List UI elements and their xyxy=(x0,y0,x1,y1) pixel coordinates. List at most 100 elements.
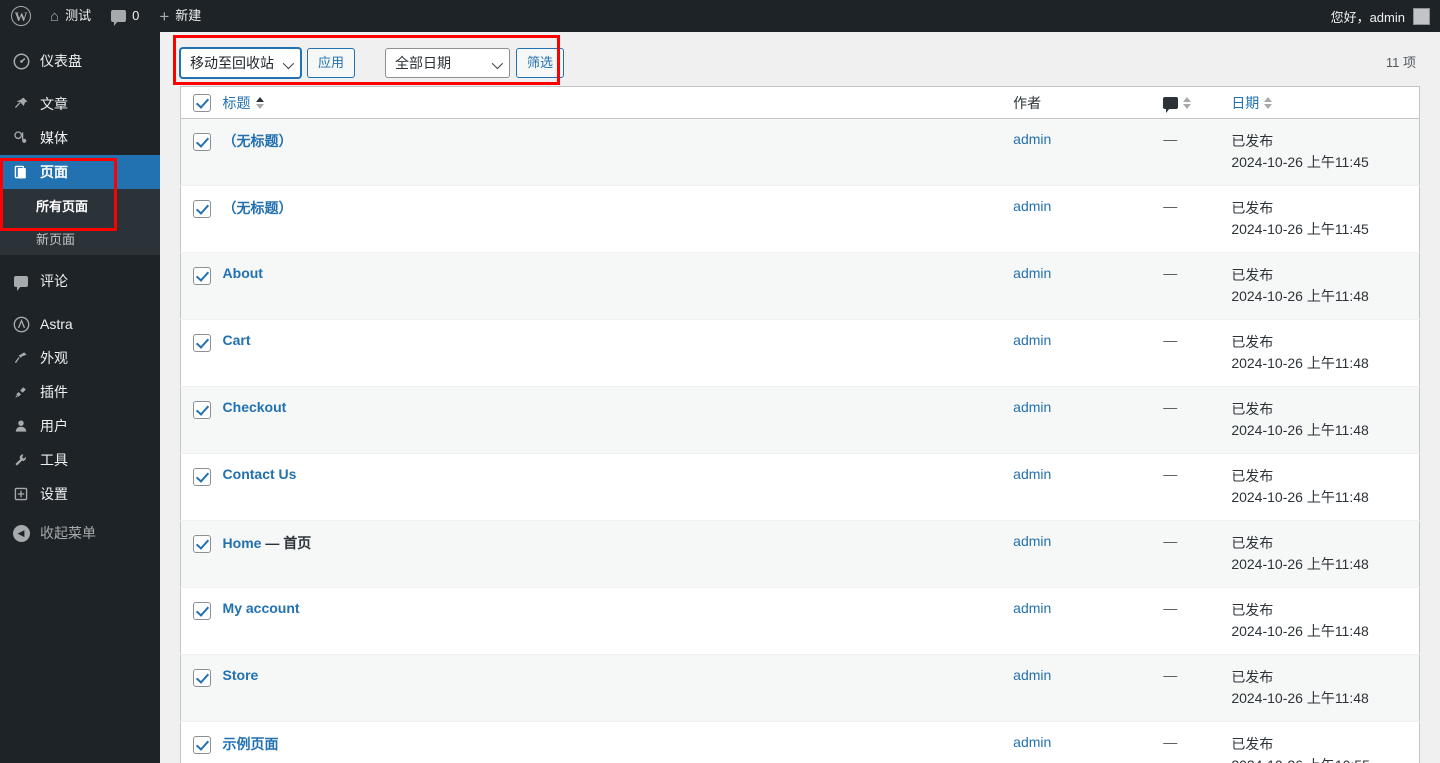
comments-cell: — xyxy=(1163,119,1231,186)
title-column-header[interactable]: 标题 xyxy=(222,86,1014,119)
author-link[interactable]: admin xyxy=(1013,533,1051,549)
comments-count: — xyxy=(1163,466,1178,482)
home-icon: ⌂ xyxy=(50,7,60,25)
date-status: 已发布 xyxy=(1231,133,1274,149)
submenu-item-all-pages[interactable]: 所有页面 xyxy=(0,189,160,222)
sidebar-item-label: 设置 xyxy=(40,486,68,502)
date-header-label: 日期 xyxy=(1231,94,1260,111)
date-cell: 已发布 2024-10-26 上午11:48 xyxy=(1231,521,1419,588)
items-count-label: 11 项 xyxy=(1385,55,1416,70)
bulk-actions-group: 移动至回收站 应用 xyxy=(180,48,356,78)
table-row: Store admin — 已发布 2024-10-26 上午11:48 xyxy=(180,654,1420,722)
media-icon xyxy=(11,130,31,146)
date-column-header[interactable]: 日期 xyxy=(1231,86,1420,119)
row-select-cell xyxy=(181,655,223,722)
page-title-link[interactable]: Contact Us xyxy=(223,466,297,482)
author-link[interactable]: admin xyxy=(1013,734,1051,750)
row-checkbox[interactable] xyxy=(193,468,211,487)
table-row: Checkout admin — 已发布 2024-10-26 上午11:48 xyxy=(180,386,1420,454)
appearance-icon xyxy=(11,350,31,366)
date-status: 已发布 xyxy=(1231,401,1274,417)
comments-count-label: 0 xyxy=(132,8,140,23)
comments-count: — xyxy=(1163,265,1178,281)
page-title-link[interactable]: Store xyxy=(223,667,259,683)
title-cell: （无标题） xyxy=(223,119,1014,186)
avatar[interactable] xyxy=(1413,7,1430,25)
page-title-link[interactable]: （无标题） xyxy=(223,200,293,216)
sidebar-item-astra[interactable]: Astra xyxy=(0,307,160,341)
new-content-button[interactable]: + 新建 xyxy=(149,0,211,32)
row-checkbox[interactable] xyxy=(193,267,211,286)
comments-button[interactable]: 0 xyxy=(101,0,149,32)
row-select-cell xyxy=(181,454,223,521)
author-link[interactable]: admin xyxy=(1013,198,1051,214)
row-checkbox[interactable] xyxy=(193,669,211,688)
row-checkbox[interactable] xyxy=(193,602,211,621)
site-name-button[interactable]: ⌂ 测试 xyxy=(40,0,101,32)
comments-count: — xyxy=(1163,332,1178,348)
bulk-action-select[interactable]: 移动至回收站 xyxy=(180,48,301,78)
row-checkbox[interactable] xyxy=(193,334,211,353)
sidebar-item-appearance[interactable]: 外观 xyxy=(0,341,160,375)
sidebar-item-dashboard[interactable]: 仪表盘 xyxy=(0,44,160,78)
sidebar-item-comments[interactable]: 评论 xyxy=(0,264,160,298)
author-link[interactable]: admin xyxy=(1013,332,1051,348)
title-cell: Cart xyxy=(223,320,1014,387)
sidebar-item-media[interactable]: 媒体 xyxy=(0,121,160,155)
sidebar-item-posts[interactable]: 文章 xyxy=(0,87,160,121)
author-link[interactable]: admin xyxy=(1013,399,1051,415)
submenu-item-new-page[interactable]: 新页面 xyxy=(0,222,160,255)
author-cell: admin xyxy=(1013,320,1163,387)
table-body: （无标题） admin — 已发布 2024-10-26 上午11:45 （无标题） adm… xyxy=(180,118,1420,763)
sidebar-item-pages[interactable]: 页面 xyxy=(0,155,160,189)
greeting-label[interactable]: 您好，admin xyxy=(1331,7,1405,26)
title-cell: Contact Us xyxy=(223,454,1014,521)
sidebar-item-plugins[interactable]: 插件 xyxy=(0,375,160,409)
page-title-link[interactable]: Home xyxy=(223,535,262,551)
admin-sidebar: 仪表盘 文章 媒体 页面 所有页面 新页面 评论 Astra 外观 插件 用户 … xyxy=(0,32,160,763)
author-cell: admin xyxy=(1013,722,1163,763)
date-status: 已发布 xyxy=(1231,669,1274,685)
collapse-menu-button[interactable]: ◀ 收起菜单 xyxy=(0,516,160,550)
sidebar-item-users[interactable]: 用户 xyxy=(0,409,160,443)
comments-column-header[interactable] xyxy=(1163,86,1232,119)
author-link[interactable]: admin xyxy=(1013,265,1051,281)
row-checkbox[interactable] xyxy=(193,736,211,755)
author-link[interactable]: admin xyxy=(1013,600,1051,616)
site-name-label: 测试 xyxy=(65,8,92,23)
page-title-link[interactable]: Cart xyxy=(223,332,251,348)
collapse-arrow-icon: ◀ xyxy=(11,524,31,542)
astra-icon xyxy=(11,316,31,333)
row-checkbox[interactable] xyxy=(193,133,211,152)
comments-cell: — xyxy=(1163,253,1231,320)
author-link[interactable]: admin xyxy=(1013,131,1051,147)
filter-button[interactable]: 筛选 xyxy=(516,48,565,78)
date-filter-select[interactable]: 全部日期 xyxy=(385,48,511,78)
page-title-link[interactable]: 示例页面 xyxy=(223,736,279,752)
page-title-link[interactable]: （无标题） xyxy=(223,133,293,149)
table-row: （无标题） admin — 已发布 2024-10-26 上午11:45 xyxy=(180,186,1420,253)
page-title-link[interactable]: My account xyxy=(223,600,300,616)
page-title-link[interactable]: About xyxy=(223,265,263,281)
table-row: Home — 首页 admin — 已发布 2024-10-26 上午11:48 xyxy=(180,520,1420,588)
page-title-link[interactable]: Checkout xyxy=(223,399,287,415)
author-cell: admin xyxy=(1013,521,1163,588)
row-checkbox[interactable] xyxy=(193,401,211,420)
row-checkbox[interactable] xyxy=(193,535,211,554)
author-link[interactable]: admin xyxy=(1013,667,1051,683)
sidebar-item-label: 媒体 xyxy=(40,130,68,146)
author-cell: admin xyxy=(1013,119,1163,186)
comments-count: — xyxy=(1163,198,1178,214)
row-checkbox[interactable] xyxy=(193,200,211,219)
author-link[interactable]: admin xyxy=(1013,466,1051,482)
date-value: 2024-10-26 上午11:48 xyxy=(1231,355,1369,371)
select-all-checkbox[interactable] xyxy=(193,93,211,112)
sidebar-item-label: 插件 xyxy=(40,384,68,400)
settings-icon xyxy=(11,486,31,502)
date-value: 2024-10-26 上午11:45 xyxy=(1231,154,1369,170)
apply-button[interactable]: 应用 xyxy=(307,48,356,78)
wordpress-logo-button[interactable]: W xyxy=(0,0,40,32)
sidebar-item-settings[interactable]: 设置 xyxy=(0,477,160,511)
sidebar-item-label: 仪表盘 xyxy=(40,53,82,69)
sidebar-item-tools[interactable]: 工具 xyxy=(0,443,160,477)
